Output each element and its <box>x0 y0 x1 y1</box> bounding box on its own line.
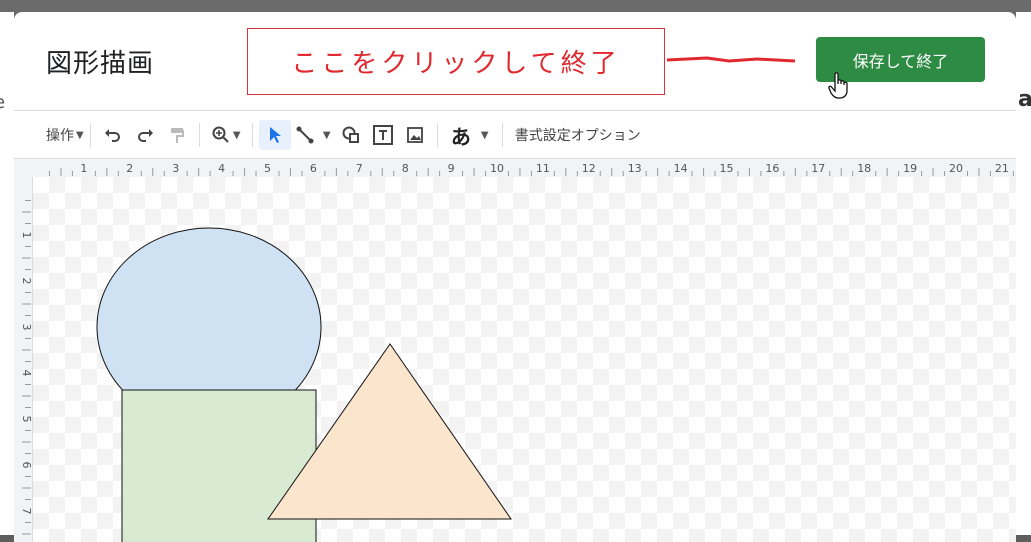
ruler-label: 16 <box>765 162 779 175</box>
image-icon <box>406 127 423 143</box>
canvas-shapes <box>96 227 512 542</box>
backdrop-left-panel: e <box>0 12 14 535</box>
ruler-label: 2 <box>126 162 133 175</box>
ruler-label: 17 <box>811 162 825 175</box>
actions-menu-label: 操作 <box>46 128 74 144</box>
ruler-label: 5 <box>264 162 271 175</box>
vertical-ruler: 1 2 3 4 5 6 7 <box>14 177 33 542</box>
ruler-label: 1 <box>20 232 32 239</box>
actions-menu[interactable]: 操作 ▼ <box>46 120 84 150</box>
select-tool-button[interactable] <box>258 120 291 150</box>
ruler-label: 8 <box>402 162 409 175</box>
ruler-label: 3 <box>172 162 179 175</box>
ruler-label: 6 <box>310 162 317 175</box>
vertical-ruler-ticks: 1 2 3 4 5 6 7 <box>20 200 33 535</box>
toolbar-divider <box>198 123 200 147</box>
ruler-label: 6 <box>20 462 32 469</box>
ruler-label: 13 <box>628 162 642 175</box>
zoom-icon <box>212 126 229 143</box>
ruler-label: 7 <box>20 508 32 515</box>
horizontal-ruler: 1 2 3 4 5 6 7 8 9 10 11 12 13 14 15 16 17 18 19 20 21 <box>14 158 1016 178</box>
line-tool-button[interactable]: ▼ <box>291 120 335 150</box>
ruler-label: 9 <box>448 162 455 175</box>
zoom-button[interactable]: ▼ <box>206 120 246 150</box>
textbox-tool-button[interactable] <box>367 120 399 150</box>
shape-tool-button[interactable] <box>335 120 367 150</box>
ruler-label: 18 <box>857 162 871 175</box>
format-options-button[interactable]: 書式設定オプション <box>515 120 641 150</box>
undo-icon <box>104 129 120 142</box>
chevron-down-icon: ▼ <box>232 129 241 141</box>
hand-cursor-icon <box>828 72 848 99</box>
redo-icon <box>137 129 153 142</box>
backdrop-left-glyph: e <box>0 92 5 113</box>
select-icon <box>269 127 281 143</box>
backdrop-right-panel: a <box>1016 12 1031 535</box>
backdrop-right-glyph: a <box>1018 87 1031 112</box>
header-divider <box>14 110 1016 111</box>
ruler-label: 10 <box>490 162 504 175</box>
annotation-callout: ここをクリックして終了 <box>247 28 665 95</box>
ruler-label: 12 <box>582 162 596 175</box>
toolbar-divider <box>501 123 503 147</box>
annotation-line <box>667 56 795 63</box>
paint-format-icon <box>170 128 184 143</box>
toolbar-divider <box>251 123 253 147</box>
paint-format-button[interactable] <box>161 120 193 150</box>
shape-icon <box>342 126 359 143</box>
ruler-label: 19 <box>903 162 917 175</box>
textbox-icon <box>372 125 393 145</box>
annotation-text: ここをクリックして終了 <box>291 49 621 79</box>
image-tool-button[interactable] <box>399 120 431 150</box>
ruler-label: 5 <box>20 416 32 423</box>
line-icon <box>296 126 314 144</box>
chevron-down-icon: ▼ <box>322 129 331 141</box>
ruler-label: 2 <box>20 278 32 285</box>
text-style-icon: あ <box>450 124 471 149</box>
redo-button[interactable] <box>129 120 161 150</box>
undo-button[interactable] <box>97 120 129 150</box>
dialog-title: 図形描画 <box>46 49 155 79</box>
ruler-label: 7 <box>356 162 363 175</box>
ruler-label: 20 <box>949 162 963 175</box>
chevron-down-icon: ▼ <box>76 129 84 141</box>
horizontal-ruler-ticks: 1 2 3 4 5 6 7 8 9 10 11 12 13 14 15 16 17 18 19 20 21 <box>48 162 1014 176</box>
ruler-label: 14 <box>674 162 688 175</box>
text-style-button[interactable]: あ ▼ <box>444 120 496 150</box>
drawing-canvas[interactable] <box>33 177 1016 542</box>
toolbar: 操作 ▼ ▼ ▼ あ ▼ 書式設定オプション <box>14 116 1016 154</box>
ruler-label: 11 <box>536 162 550 175</box>
toolbar-divider <box>436 123 438 147</box>
ruler-label: 4 <box>20 370 32 377</box>
ruler-label: 1 <box>80 162 87 175</box>
ruler-label: 15 <box>720 162 734 175</box>
ruler-label: 4 <box>218 162 225 175</box>
drawing-dialog: 図形描画 ここをクリックして終了 保存して終了 操作 ▼ ▼ ▼ あ ▼ 書式設… <box>14 12 1016 542</box>
toolbar-divider <box>89 123 91 147</box>
ruler-label: 3 <box>20 324 32 331</box>
ruler-label: 21 <box>995 162 1009 175</box>
chevron-down-icon: ▼ <box>480 129 489 141</box>
